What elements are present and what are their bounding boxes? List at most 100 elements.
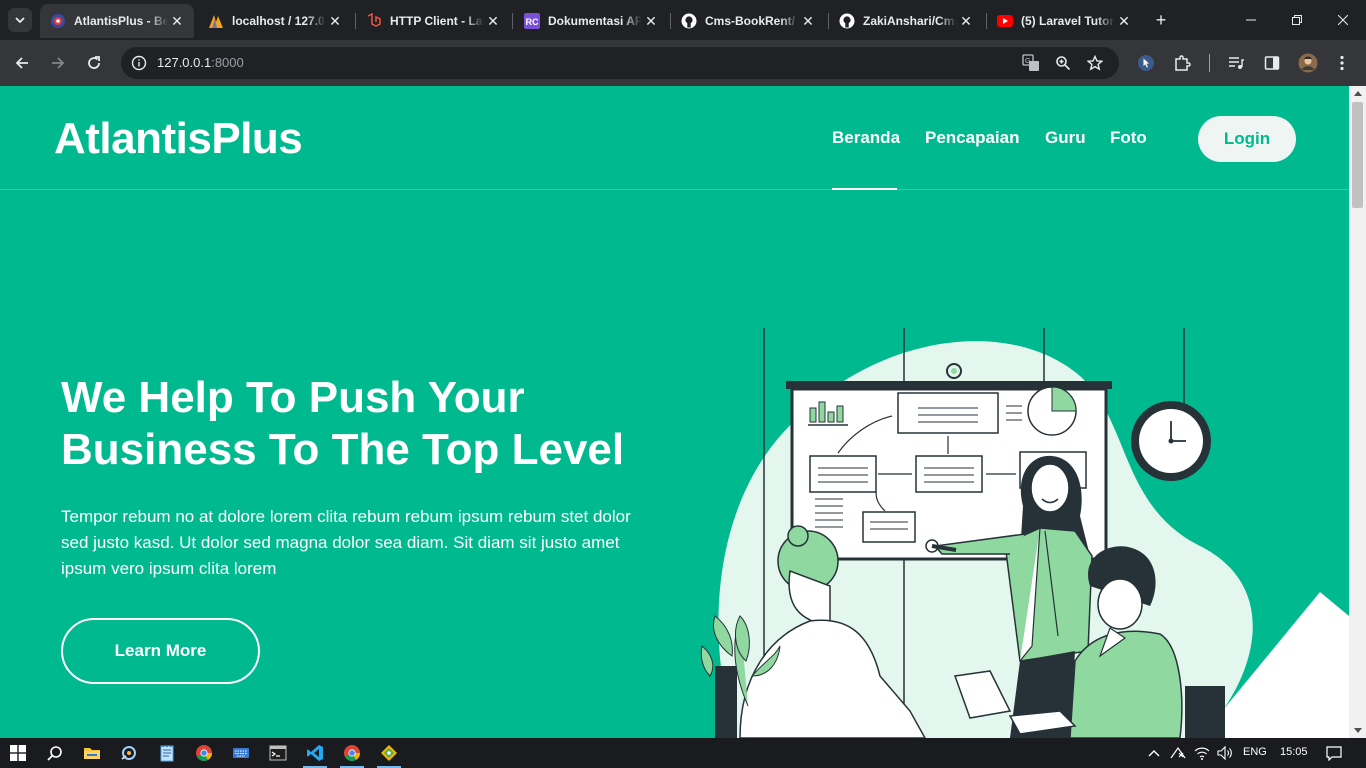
tab-search-button[interactable] [8, 8, 32, 32]
scroll-down-arrow-icon[interactable] [1354, 728, 1362, 733]
nav-active-indicator [832, 188, 897, 190]
back-button[interactable] [10, 51, 34, 75]
tray-overflow-button[interactable] [1142, 741, 1166, 765]
tab-zakianshari[interactable]: ZakiAnshari/Cms ✕ [829, 4, 983, 38]
toolbar-divider [1209, 54, 1210, 72]
tab-dokumentasi[interactable]: RC Dokumentasi API ✕ [514, 4, 668, 38]
media-control-button[interactable] [1224, 51, 1248, 75]
wifi-button[interactable] [1190, 741, 1214, 765]
windows-logo-icon [10, 745, 26, 761]
tab-atlantisplus[interactable]: AtlantisPlus - Beranda ✕ [40, 4, 194, 38]
arrow-right-icon [52, 57, 65, 69]
bookmark-button[interactable] [1085, 53, 1105, 73]
nav-link-beranda[interactable]: Beranda [832, 128, 900, 148]
chevron-down-icon [15, 17, 25, 24]
keyboard-icon [233, 748, 249, 758]
reload-button[interactable] [82, 51, 106, 75]
nav-link-guru[interactable]: Guru [1045, 128, 1086, 148]
playlist-icon [1229, 57, 1244, 69]
vscode-button[interactable] [303, 741, 327, 768]
nav-link-pencapaian[interactable]: Pencapaian [925, 128, 1020, 148]
chrome-active-button[interactable] [340, 741, 364, 768]
site-logo[interactable]: AtlantisPlus [54, 114, 303, 164]
tab-phpmyadmin[interactable]: localhost / 127.0.0.1 ✕ [198, 4, 352, 38]
tab-close-icon[interactable]: ✕ [484, 13, 502, 30]
chevron-up-icon [1148, 750, 1160, 757]
scroll-up-arrow-icon[interactable] [1354, 91, 1362, 96]
tab-laravel-tutorial[interactable]: (5) Laravel Tutorial ✕ [987, 4, 1141, 38]
nav-link-foto[interactable]: Foto [1110, 128, 1147, 148]
cursor-extension-icon [1138, 55, 1154, 71]
close-window-button[interactable] [1320, 0, 1366, 40]
scroll-thumb[interactable] [1352, 102, 1363, 208]
tab-title: ZakiAnshari/Cms [863, 14, 957, 28]
file-explorer-button[interactable] [80, 741, 104, 765]
translate-button[interactable]: G [1021, 53, 1041, 73]
page-scrollbar[interactable] [1349, 86, 1366, 738]
notepad-button[interactable] [155, 741, 179, 765]
svg-text:G: G [1025, 58, 1030, 65]
extensions-menu-button[interactable] [1170, 51, 1194, 75]
tab-title: Dokumentasi API [548, 14, 642, 28]
tab-strip: AtlantisPlus - Beranda ✕ localhost / 127… [0, 0, 1366, 40]
side-panel-button[interactable] [1260, 51, 1284, 75]
restore-button[interactable] [1274, 0, 1320, 40]
new-tab-button[interactable]: + [1150, 9, 1172, 31]
zoom-icon [1056, 56, 1071, 71]
chrome-icon [196, 745, 212, 761]
address-bar[interactable]: 127.0.0.1:8000 G [121, 47, 1119, 79]
tab-close-icon[interactable]: ✕ [799, 13, 817, 30]
star-icon [1087, 55, 1103, 71]
tab-title: AtlantisPlus - Beranda [74, 14, 168, 28]
tab-http-client[interactable]: HTTP Client - Laravel ✕ [356, 4, 510, 38]
info-icon[interactable] [131, 55, 147, 71]
tab-close-icon[interactable]: ✕ [642, 13, 660, 30]
learn-more-button[interactable]: Learn More [61, 618, 260, 684]
git-tool-button[interactable] [377, 741, 401, 768]
tab-close-icon[interactable]: ✕ [326, 13, 344, 30]
notifications-button[interactable] [1322, 741, 1346, 765]
search-icon [47, 746, 62, 761]
browser-menu-button[interactable] [1330, 51, 1354, 75]
tab-close-icon[interactable]: ✕ [168, 13, 186, 30]
chrome-taskbar-button[interactable] [192, 741, 216, 765]
notepad-icon [160, 745, 174, 762]
plus-icon: + [1155, 10, 1167, 30]
svg-text:RC: RC [526, 17, 539, 27]
network-status-button[interactable] [1166, 741, 1190, 765]
app-button[interactable] [117, 741, 141, 765]
more-vertical-icon [1340, 55, 1344, 71]
side-panel-icon [1264, 56, 1280, 70]
login-button[interactable]: Login [1198, 116, 1296, 162]
atlantis-favicon-icon [50, 13, 66, 29]
url-text[interactable]: 127.0.0.1:8000 [157, 55, 244, 70]
app-tool-icon [121, 746, 136, 760]
restore-icon [1292, 15, 1302, 25]
volume-button[interactable] [1213, 741, 1237, 765]
terminal-icon [269, 745, 287, 761]
minimize-button[interactable] [1228, 0, 1274, 40]
tab-close-icon[interactable]: ✕ [1115, 13, 1133, 30]
tab-title: HTTP Client - Laravel [390, 14, 484, 28]
profile-button[interactable] [1296, 51, 1320, 75]
search-button[interactable] [43, 741, 67, 765]
zoom-button[interactable] [1053, 53, 1073, 73]
tab-cms-bookrent[interactable]: Cms-BookRent/ ✕ [671, 4, 825, 38]
url-port: :8000 [211, 55, 244, 70]
keyboard-button[interactable] [229, 741, 253, 765]
arrow-left-icon [15, 57, 28, 69]
start-button[interactable] [6, 741, 30, 765]
page-viewport: AtlantisPlus Beranda Pencapaian Guru Fot… [0, 86, 1349, 738]
hero-illustration [700, 328, 1349, 738]
phpmyadmin-favicon-icon [208, 13, 224, 29]
tab-close-icon[interactable]: ✕ [957, 13, 975, 30]
terminal-button[interactable] [266, 741, 290, 765]
extension-button[interactable] [1134, 51, 1158, 75]
clock[interactable]: 15:05 [1280, 746, 1308, 758]
notification-icon [1326, 746, 1342, 761]
network-icon [1170, 746, 1186, 759]
windows-taskbar: ENG 15:05 [0, 738, 1366, 768]
forward-button[interactable] [46, 51, 70, 75]
language-indicator[interactable]: ENG [1243, 746, 1267, 758]
github-favicon-icon [839, 13, 855, 29]
